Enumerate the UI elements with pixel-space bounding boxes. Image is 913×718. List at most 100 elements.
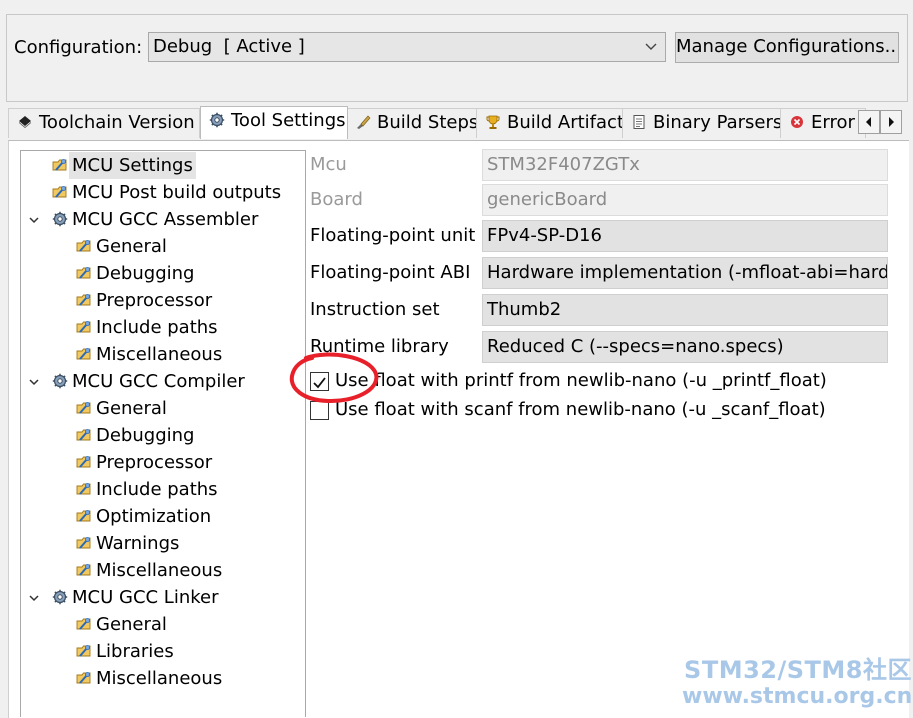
error-icon <box>791 116 803 128</box>
tab-label: Toolchain Version <box>39 112 195 133</box>
chevron-down-icon[interactable] <box>29 215 39 225</box>
setting-dropdown[interactable]: Thumb2 <box>482 294 888 326</box>
tab-tool-settings[interactable]: Tool Settings <box>200 106 348 139</box>
triangle-left-icon <box>866 117 871 127</box>
configuration-dropdown[interactable]: Debug [ Active ] <box>148 32 666 62</box>
gear-icon <box>52 373 68 389</box>
tree-item-label: General <box>96 398 167 419</box>
setting-dropdown[interactable]: Hardware implementation (-mfloat-abi=har… <box>482 257 888 289</box>
document-icon <box>633 115 645 129</box>
tool-settings-icon <box>76 348 91 360</box>
tab-label: Tool Settings <box>231 110 346 131</box>
gear-icon <box>52 211 68 227</box>
trophy-icon <box>486 115 500 129</box>
setting-dropdown[interactable]: Reduced C (--specs=nano.specs) <box>482 331 888 363</box>
field-label: Instruction set <box>310 299 440 320</box>
tab-label: Build Steps <box>377 112 479 133</box>
tree-item[interactable]: Warnings <box>21 530 303 557</box>
tree-item[interactable]: Miscellaneous <box>21 557 303 584</box>
tool-settings-icon <box>76 618 91 630</box>
setting-dropdown[interactable]: FPv4-SP-D16 <box>482 220 888 252</box>
tool-settings-icon <box>76 510 91 522</box>
checkbox[interactable] <box>310 372 329 391</box>
tree-item[interactable]: MCU Post build outputs <box>21 179 303 206</box>
tree-item[interactable]: Debugging <box>21 422 303 449</box>
tree-item-label: General <box>96 614 167 635</box>
tab-label: Build Artifact <box>507 112 624 133</box>
readonly-field: STM32F407ZGTx <box>482 149 888 181</box>
chevron-down-icon[interactable] <box>29 593 39 603</box>
tree-item-label: Preprocessor <box>96 290 213 311</box>
tree-item[interactable]: General <box>21 395 303 422</box>
tool-settings-icon <box>76 483 91 495</box>
tree-item-label: Miscellaneous <box>96 344 223 365</box>
tree-item[interactable]: MCU GCC Compiler <box>21 368 303 395</box>
tab-build-artifact[interactable]: Build Artifact <box>476 108 624 138</box>
gear-icon <box>209 112 225 128</box>
tab-bar: Toolchain Version Tool Settings Build St… <box>8 106 908 140</box>
manage-configurations-button[interactable]: Manage Configurations... <box>675 32 899 63</box>
tool-settings-icon <box>76 645 91 657</box>
field-label: Mcu <box>310 154 347 175</box>
field-label: Floating-point ABI <box>310 262 471 283</box>
tree-item[interactable]: General <box>21 611 303 638</box>
configuration-selected-value: Debug [ Active ] <box>153 36 305 57</box>
tree-item[interactable]: Debugging <box>21 260 303 287</box>
tab-label: Error <box>811 112 855 133</box>
tree-item-label: MCU Settings <box>69 152 196 179</box>
tool-settings-icon <box>76 240 91 252</box>
tree-item[interactable]: MCU GCC Linker <box>21 584 303 611</box>
checkmark-icon <box>313 377 326 389</box>
tree-item-label: MCU Post build outputs <box>72 182 282 203</box>
tool-settings-icon <box>52 186 67 198</box>
checkbox-label: Use float with printf from newlib-nano (… <box>335 370 827 391</box>
configuration-label: Configuration: <box>14 37 143 58</box>
tab-label: Binary Parsers <box>653 112 783 133</box>
field-label: Board <box>310 189 363 210</box>
tree-item[interactable]: Miscellaneous <box>21 665 303 692</box>
brush-icon <box>357 115 371 129</box>
tree-item-label: Miscellaneous <box>96 668 223 689</box>
tree-item[interactable]: Preprocessor <box>21 449 303 476</box>
tree-item-label: Preprocessor <box>96 452 213 473</box>
tab-scroll-right-button[interactable] <box>880 110 902 134</box>
tool-settings-icon <box>76 321 91 333</box>
tab-toolchain-version[interactable]: Toolchain Version <box>8 108 200 138</box>
checkbox[interactable] <box>310 401 329 420</box>
tree-item-label: Warnings <box>96 533 180 554</box>
tree-item[interactable]: Include paths <box>21 476 303 503</box>
tree-item[interactable]: MCU GCC Assembler <box>21 206 303 233</box>
tab-error[interactable]: Error <box>780 108 866 138</box>
gear-icon <box>52 589 68 605</box>
tree-item-label: MCU GCC Compiler <box>72 371 245 392</box>
tree-item[interactable]: Include paths <box>21 314 303 341</box>
tree-item-label: MCU GCC Linker <box>72 587 219 608</box>
field-label: Runtime library <box>310 336 449 357</box>
tree-item-label: MCU GCC Assembler <box>72 209 259 230</box>
tree-item[interactable]: General <box>21 233 303 260</box>
tree-item[interactable]: MCU Settings <box>21 152 303 179</box>
tree-item[interactable]: Preprocessor <box>21 287 303 314</box>
tab-scroll-left-button[interactable] <box>858 110 880 134</box>
tool-settings-icon <box>76 672 91 684</box>
tree-item[interactable]: Miscellaneous <box>21 341 303 368</box>
tool-settings-icon <box>76 294 91 306</box>
triangle-right-icon <box>889 117 894 127</box>
tool-settings-icon <box>52 159 67 171</box>
tree-item[interactable]: Optimization <box>21 503 303 530</box>
tree-item-label: Include paths <box>96 317 218 338</box>
field-label: Floating-point unit <box>310 225 476 246</box>
chevron-down-icon[interactable] <box>29 377 39 387</box>
tree-item-label: Libraries <box>96 641 174 662</box>
tree-item[interactable]: Libraries <box>21 638 303 665</box>
tree-item-label: Debugging <box>96 263 195 284</box>
tool-settings-icon <box>76 402 91 414</box>
tool-settings-icon <box>76 537 91 549</box>
chip-icon <box>19 116 31 128</box>
tree-item-label: General <box>96 236 167 257</box>
tab-build-steps[interactable]: Build Steps <box>346 108 478 138</box>
tool-settings-icon <box>76 267 91 279</box>
settings-tree[interactable]: MCU Settings MCU Post build outputs MCU GC… <box>20 150 306 717</box>
tab-binary-parsers[interactable]: Binary Parsers <box>622 108 782 138</box>
tree-item-label: Optimization <box>96 506 212 527</box>
